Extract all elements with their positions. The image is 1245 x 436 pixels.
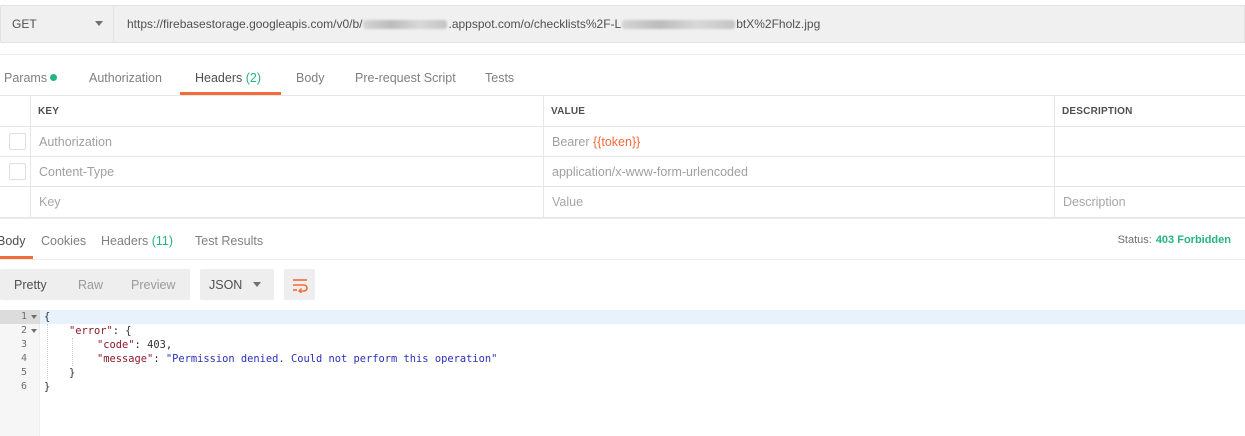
wrap-lines-button[interactable]: [284, 269, 315, 300]
line-number: 6: [20, 381, 27, 392]
format-label: JSON: [209, 277, 243, 292]
header-description-field[interactable]: [1054, 127, 1245, 156]
url-prefix: https://firebasestorage.googleapis.com/v…: [127, 17, 363, 31]
header-key-field[interactable]: Authorization: [30, 127, 543, 156]
response-status: Status: 403 Forbidden: [1118, 234, 1231, 246]
tab-test-results[interactable]: Test Results: [195, 234, 263, 248]
row-enable-checkbox[interactable]: [9, 163, 26, 180]
new-value-input[interactable]: Value: [543, 187, 1054, 217]
code-line: "error": {: [69, 325, 132, 337]
tab-cookies[interactable]: Cookies: [41, 234, 86, 248]
tab-tests-label: Tests: [485, 71, 515, 85]
tab-authorization-label: Authorization: [89, 71, 162, 85]
fold-arrow-icon[interactable]: [31, 315, 37, 319]
table-row: Authorization Bearer {{token}}: [0, 127, 1245, 157]
url-middle: .appspot.com/o/checklists%2F-L: [448, 17, 622, 31]
table-row-new: Key Value Description: [0, 187, 1245, 218]
tab-pre-request-script[interactable]: Pre-request Script: [355, 71, 456, 85]
url-input[interactable]: https://firebasestorage.googleapis.com/v…: [114, 5, 1245, 43]
tab-response-headers[interactable]: Headers (11): [101, 234, 173, 248]
line-number: 2: [0, 324, 40, 338]
line-number: 3: [20, 339, 27, 350]
chevron-down-icon: [253, 282, 261, 287]
request-url-bar: GET https://firebasestorage.googleapis.c…: [0, 0, 1245, 46]
code-line: }: [44, 381, 51, 393]
headers-table-header: KEY VALUE DESCRIPTION: [0, 96, 1245, 127]
tab-test-results-label: Test Results: [195, 234, 264, 248]
header-description-field[interactable]: [1054, 157, 1245, 186]
status-badge: 403 Forbidden: [1155, 234, 1231, 246]
header-value-field[interactable]: Bearer {{token}}: [543, 127, 1054, 156]
preview-button[interactable]: Preview: [131, 269, 175, 300]
tab-body[interactable]: Body: [296, 71, 325, 85]
format-select[interactable]: JSON: [200, 269, 274, 300]
params-indicator-dot: [50, 74, 58, 81]
code-line: "message": "Permission denied. Could not…: [97, 353, 498, 365]
code-line: {: [44, 311, 51, 323]
redacted-id: [622, 19, 736, 29]
value-prefix: Bearer: [552, 134, 590, 149]
tab-response-body[interactable]: Body: [0, 234, 26, 248]
tab-pre-request-script-label: Pre-request Script: [355, 71, 456, 85]
tab-authorization[interactable]: Authorization: [89, 71, 162, 85]
headers-table: KEY VALUE DESCRIPTION Authorization Bear…: [0, 95, 1245, 218]
redacted-bucket: [363, 19, 448, 29]
tab-params-label: Params: [4, 71, 48, 85]
header-key-field[interactable]: Content-Type: [30, 157, 543, 186]
line-number: 4: [20, 353, 27, 364]
column-key: KEY: [30, 96, 543, 126]
tab-headers[interactable]: Headers (2): [195, 71, 261, 85]
table-row: Content-Type application/x-www-form-urle…: [0, 157, 1245, 187]
code-line: "code": 403,: [97, 339, 173, 351]
tab-response-body-label: Body: [0, 234, 26, 248]
raw-button[interactable]: Raw: [78, 269, 103, 300]
tab-tests[interactable]: Tests: [485, 71, 514, 85]
response-tabs: Body Cookies Headers (11) Test Results S…: [0, 218, 1245, 260]
new-description-input[interactable]: Description: [1054, 187, 1245, 217]
status-label: Status:: [1117, 234, 1152, 246]
fold-arrow-icon[interactable]: [31, 329, 37, 333]
view-mode-switch: Pretty Raw Preview: [0, 269, 190, 300]
method-label: GET: [12, 17, 37, 31]
indent-guide: [72, 338, 73, 366]
active-response-tab-underline: [0, 256, 33, 259]
chevron-down-icon: [95, 21, 103, 26]
indent-guide: [47, 324, 48, 380]
wrap-lines-icon: [292, 278, 308, 293]
column-description: DESCRIPTION: [1054, 96, 1245, 126]
active-line-highlight: [40, 310, 1245, 324]
tab-response-headers-count: (11): [151, 234, 174, 248]
column-value: VALUE: [543, 96, 1054, 126]
token-variable: {{token}}: [593, 134, 641, 149]
code-line: }: [69, 367, 76, 379]
line-number: 1: [0, 310, 40, 324]
request-tabs: Params Authorization Headers (2) Body Pr…: [0, 54, 1245, 96]
tab-headers-count: (2): [245, 71, 262, 85]
response-body-editor[interactable]: 1 2 3 4 5 6 { "error": { "code": 403, "m…: [0, 310, 1245, 436]
method-select[interactable]: GET: [0, 5, 114, 43]
tab-headers-label: Headers: [195, 71, 243, 85]
url-suffix: btX%2Fholz.jpg: [736, 17, 821, 31]
new-key-input[interactable]: Key: [30, 187, 543, 217]
line-number: 5: [20, 367, 27, 378]
header-value-field[interactable]: application/x-www-form-urlencoded: [543, 157, 1054, 186]
tab-params[interactable]: Params: [4, 71, 58, 85]
pretty-button[interactable]: Pretty: [14, 269, 47, 300]
response-body-toolbar: Pretty Raw Preview JSON: [0, 260, 1245, 310]
tab-body-label: Body: [296, 71, 325, 85]
tab-cookies-label: Cookies: [41, 234, 87, 248]
row-enable-checkbox[interactable]: [9, 133, 26, 150]
tab-response-headers-label: Headers: [101, 234, 149, 248]
